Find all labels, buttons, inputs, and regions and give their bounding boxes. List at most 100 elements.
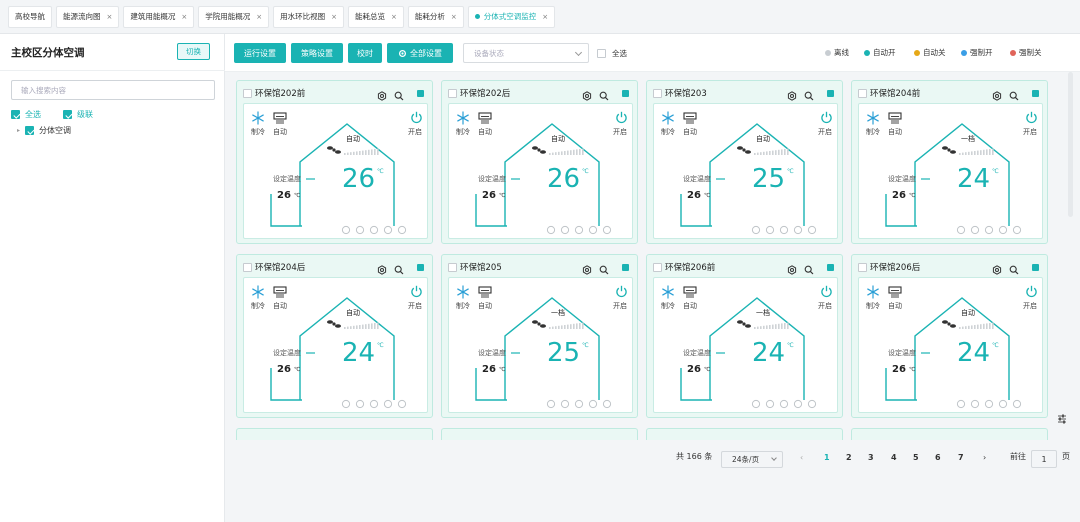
- sleep-icon[interactable]: [807, 399, 817, 409]
- snowflake-icon[interactable]: [866, 285, 880, 299]
- set-temperature-value[interactable]: 26: [687, 364, 701, 375]
- tab-3[interactable]: 学院用能概况 ×: [198, 5, 270, 28]
- strategy-settings-button[interactable]: 策略设置: [291, 43, 343, 63]
- set-temperature-value[interactable]: 26: [482, 190, 496, 201]
- swing-icon[interactable]: [793, 225, 803, 235]
- heat-icon[interactable]: [369, 225, 379, 235]
- search-icon[interactable]: [804, 91, 814, 101]
- ac-card-partial[interactable]: [236, 428, 433, 440]
- clock-icon[interactable]: [765, 399, 775, 409]
- ac-unit-icon[interactable]: [888, 286, 902, 298]
- all-settings-button[interactable]: 全部设置: [387, 43, 453, 63]
- snowflake-icon[interactable]: [661, 285, 675, 299]
- ac-card-partial[interactable]: [851, 428, 1048, 440]
- clock-icon[interactable]: [355, 399, 365, 409]
- close-icon[interactable]: ×: [181, 13, 187, 21]
- swing-icon[interactable]: [588, 225, 598, 235]
- power-icon[interactable]: [410, 285, 423, 298]
- hand-icon[interactable]: [546, 225, 556, 235]
- snowflake-icon[interactable]: [251, 285, 265, 299]
- set-temperature-value[interactable]: 26: [482, 364, 496, 375]
- heat-icon[interactable]: [984, 225, 994, 235]
- heat-icon[interactable]: [574, 225, 584, 235]
- hand-icon[interactable]: [546, 399, 556, 409]
- ac-card[interactable]: 环保馆206前 制冷 自动 开启 一档 24 ℃ 设定温度 26 ℃: [646, 254, 843, 418]
- set-temperature-value[interactable]: 26: [277, 190, 291, 201]
- tab-7[interactable]: 分体式空调监控 ×: [467, 5, 556, 28]
- search-icon[interactable]: [599, 91, 609, 101]
- search-icon[interactable]: [599, 265, 609, 275]
- page-size-select[interactable]: 24条/页: [721, 451, 783, 468]
- swing-icon[interactable]: [588, 399, 598, 409]
- set-temperature-value[interactable]: 26: [687, 190, 701, 201]
- card-checkbox[interactable]: [858, 89, 867, 98]
- power-icon[interactable]: [615, 285, 628, 298]
- ac-unit-icon[interactable]: [478, 286, 492, 298]
- close-icon[interactable]: ×: [451, 13, 457, 21]
- search-icon[interactable]: [394, 91, 404, 101]
- ac-card-partial[interactable]: [441, 428, 638, 440]
- page-3-button[interactable]: 3: [868, 453, 874, 462]
- search-icon[interactable]: [804, 265, 814, 275]
- close-icon[interactable]: ×: [391, 13, 397, 21]
- ac-card[interactable]: 环保馆205 制冷 自动 开启 一档 25 ℃ 设定温度 26 ℃: [441, 254, 638, 418]
- settings-icon[interactable]: [992, 265, 1002, 275]
- sleep-icon[interactable]: [807, 225, 817, 235]
- calibrate-time-button[interactable]: 校时: [348, 43, 382, 63]
- card-checkbox[interactable]: [243, 263, 252, 272]
- settings-icon[interactable]: [582, 91, 592, 101]
- settings-icon[interactable]: [582, 265, 592, 275]
- sleep-icon[interactable]: [602, 399, 612, 409]
- page-6-button[interactable]: 6: [935, 453, 941, 462]
- power-icon[interactable]: [410, 111, 423, 124]
- run-settings-button[interactable]: 运行设置: [234, 43, 286, 63]
- set-temperature-value[interactable]: 26: [277, 364, 291, 375]
- hand-icon[interactable]: [956, 399, 966, 409]
- toolbar-select-all-checkbox[interactable]: [597, 49, 606, 58]
- hand-icon[interactable]: [751, 399, 761, 409]
- ac-card[interactable]: 环保馆206后 制冷 自动 开启 自动 24 ℃ 设定温度 26 ℃: [851, 254, 1048, 418]
- tree-expand-icon[interactable]: ▸: [17, 127, 20, 134]
- search-icon[interactable]: [394, 265, 404, 275]
- tree-node-root[interactable]: ▸ 分体空调: [17, 125, 71, 136]
- ac-unit-icon[interactable]: [273, 112, 287, 124]
- tab-1[interactable]: 能源流向图 ×: [56, 5, 120, 28]
- cascade-row[interactable]: 级联: [63, 109, 93, 120]
- card-checkbox[interactable]: [448, 263, 457, 272]
- swing-icon[interactable]: [793, 399, 803, 409]
- power-icon[interactable]: [1025, 111, 1038, 124]
- page-2-button[interactable]: 2: [846, 453, 852, 462]
- snowflake-icon[interactable]: [661, 111, 675, 125]
- tab-2[interactable]: 建筑用能概况 ×: [123, 5, 195, 28]
- card-checkbox[interactable]: [858, 263, 867, 272]
- page-5-button[interactable]: 5: [913, 453, 919, 462]
- hand-icon[interactable]: [341, 225, 351, 235]
- page-4-button[interactable]: 4: [891, 453, 897, 462]
- device-status-select[interactable]: 设备状态: [463, 43, 589, 63]
- close-icon[interactable]: ×: [542, 13, 548, 21]
- card-checkbox[interactable]: [243, 89, 252, 98]
- settings-icon[interactable]: [787, 265, 797, 275]
- settings-icon[interactable]: [992, 91, 1002, 101]
- ac-unit-icon[interactable]: [478, 112, 492, 124]
- set-temperature-value[interactable]: 26: [892, 190, 906, 201]
- tree-node-checkbox[interactable]: [25, 126, 35, 135]
- snowflake-icon[interactable]: [456, 111, 470, 125]
- next-page-button[interactable]: ›: [983, 453, 986, 462]
- ac-unit-icon[interactable]: [888, 112, 902, 124]
- heat-icon[interactable]: [779, 399, 789, 409]
- hand-icon[interactable]: [751, 225, 761, 235]
- swing-icon[interactable]: [998, 399, 1008, 409]
- ac-unit-icon[interactable]: [273, 286, 287, 298]
- power-icon[interactable]: [820, 285, 833, 298]
- ac-card[interactable]: 环保馆203 制冷 自动 开启 自动 25 ℃ 设定温度 26 ℃: [646, 80, 843, 244]
- close-icon[interactable]: ×: [331, 13, 337, 21]
- ac-card[interactable]: 环保馆202后 制冷 自动 开启 自动 26 ℃ 设定温度 26 ℃: [441, 80, 638, 244]
- settings-icon[interactable]: [787, 91, 797, 101]
- page-7-button[interactable]: 7: [958, 453, 964, 462]
- goto-page-input[interactable]: 1: [1031, 450, 1057, 468]
- search-icon[interactable]: [1009, 91, 1019, 101]
- swing-icon[interactable]: [998, 225, 1008, 235]
- clock-icon[interactable]: [970, 399, 980, 409]
- ac-unit-icon[interactable]: [683, 112, 697, 124]
